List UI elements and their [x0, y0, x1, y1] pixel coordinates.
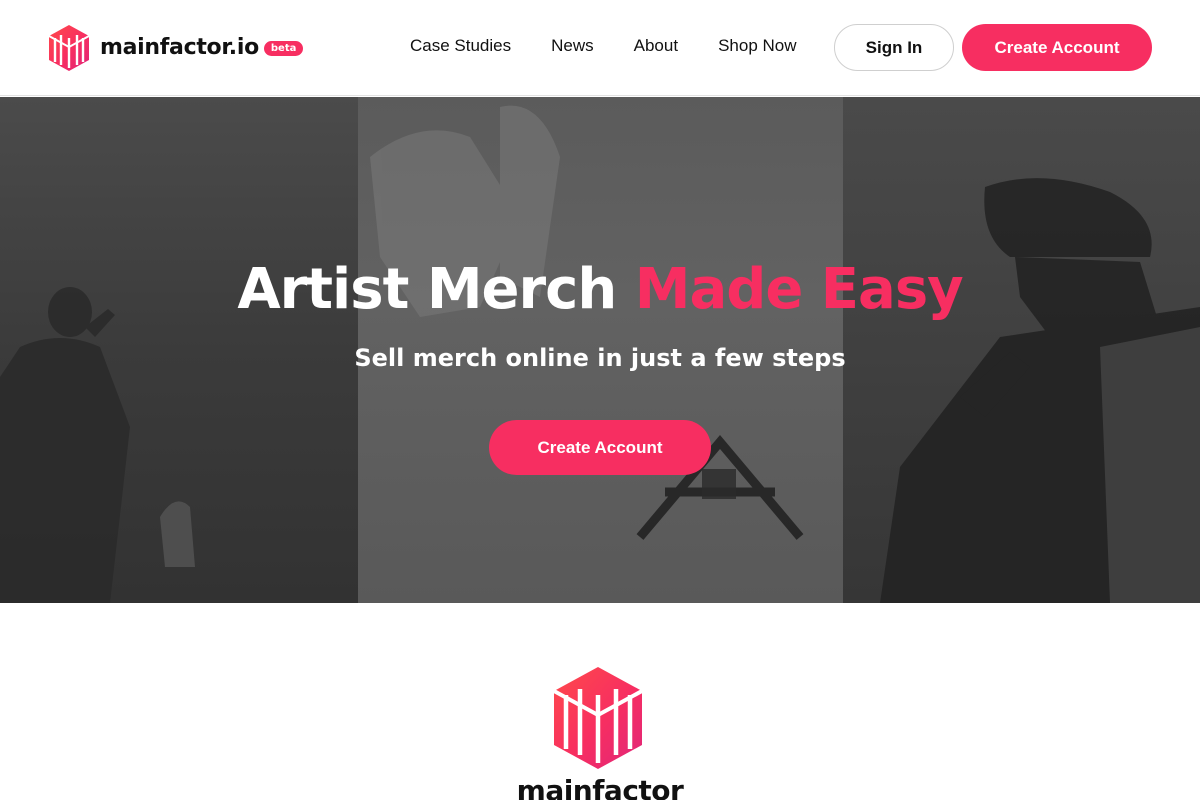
brand-home-link[interactable]: mainfactor.io beta	[48, 24, 304, 72]
create-account-button-hero[interactable]: Create Account	[489, 420, 711, 475]
brand-name: mainfactor.io	[100, 34, 259, 60]
create-account-button-header[interactable]: Create Account	[962, 24, 1152, 71]
hero-section: Artist Merch Made Easy Sell merch online…	[0, 97, 1200, 603]
footer-wordmark: mainfactor	[516, 774, 684, 800]
hero-subtitle: Sell merch online in just a few steps	[354, 344, 846, 372]
main-nav: Case Studies News About Shop Now	[410, 36, 797, 56]
site-header: mainfactor.io beta Case Studies News Abo…	[0, 0, 1200, 96]
hero-title-accent: Made Easy	[634, 257, 964, 322]
nav-link-news[interactable]: News	[551, 36, 594, 56]
mainfactor-cube-logo-icon	[48, 25, 90, 71]
hero-title-main: Artist Merch	[237, 257, 617, 322]
mainfactor-cube-logo-icon	[553, 667, 643, 769]
nav-link-about[interactable]: About	[634, 36, 678, 56]
hero-title: Artist Merch Made Easy	[0, 257, 1200, 323]
nav-link-shop-now[interactable]: Shop Now	[718, 36, 796, 56]
nav-link-case-studies[interactable]: Case Studies	[410, 36, 511, 56]
sign-in-button[interactable]: Sign In	[834, 24, 954, 71]
beta-badge: beta	[263, 40, 304, 56]
